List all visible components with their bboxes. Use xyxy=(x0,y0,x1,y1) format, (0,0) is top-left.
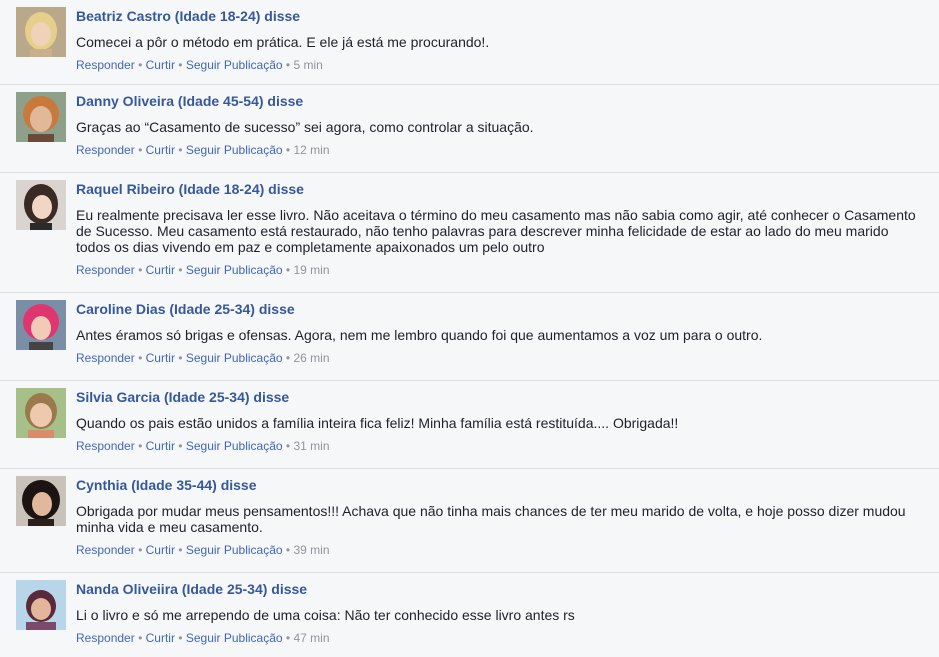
separator: • xyxy=(178,439,186,453)
separator: • xyxy=(138,263,146,277)
avatar[interactable] xyxy=(16,388,66,438)
like-link[interactable]: Curtir xyxy=(146,351,175,365)
separator: • xyxy=(138,351,146,365)
comment-item: Caroline Dias (Idade 25-34) disse Antes … xyxy=(0,293,939,381)
avatar[interactable] xyxy=(16,92,66,142)
follow-post-link[interactable]: Seguir Publicação xyxy=(186,439,283,453)
comment-actions: Responder • Curtir • Seguir Publicação •… xyxy=(76,263,923,278)
follow-post-link[interactable]: Seguir Publicação xyxy=(186,543,283,557)
timestamp: 5 min xyxy=(293,58,323,72)
separator: • xyxy=(138,631,146,645)
avatar[interactable] xyxy=(16,180,66,230)
like-link[interactable]: Curtir xyxy=(146,631,175,645)
comment-item: Silvia Garcia (Idade 25-34) disse Quando… xyxy=(0,381,939,469)
separator: • xyxy=(138,543,146,557)
comment-actions: Responder • Curtir • Seguir Publicação •… xyxy=(76,543,923,558)
like-link[interactable]: Curtir xyxy=(146,439,175,453)
comment-author[interactable]: Silvia Garcia (Idade 25-34) disse xyxy=(76,389,923,406)
timestamp: 47 min xyxy=(293,631,330,645)
comment-item: Danny Oliveira (Idade 45-54) disse Graça… xyxy=(0,85,939,173)
comment-author[interactable]: Beatriz Castro (Idade 18-24) disse xyxy=(76,8,923,25)
reply-link[interactable]: Responder xyxy=(76,58,135,72)
separator: • xyxy=(178,263,186,277)
separator: • xyxy=(178,58,186,72)
avatar[interactable] xyxy=(16,476,66,526)
separator: • xyxy=(178,351,186,365)
comment-author[interactable]: Nanda Oliveiira (Idade 25-34) disse xyxy=(76,581,923,598)
comment-actions: Responder • Curtir • Seguir Publicação •… xyxy=(76,58,923,73)
comment-text: Comecei a pôr o método em prática. E ele… xyxy=(76,34,490,50)
comment-author[interactable]: Caroline Dias (Idade 25-34) disse xyxy=(76,301,923,318)
follow-post-link[interactable]: Seguir Publicação xyxy=(186,351,283,365)
reply-link[interactable]: Responder xyxy=(76,263,135,277)
comment-text: Graças ao “Casamento de sucesso” sei ago… xyxy=(76,119,534,135)
comment-text: Li o livro e só me arrependo de uma cois… xyxy=(76,607,575,623)
comment-actions: Responder • Curtir • Seguir Publicação •… xyxy=(76,143,923,158)
like-link[interactable]: Curtir xyxy=(146,543,175,557)
like-link[interactable]: Curtir xyxy=(146,143,175,157)
follow-post-link[interactable]: Seguir Publicação xyxy=(186,263,283,277)
timestamp: 39 min xyxy=(293,543,330,557)
separator: • xyxy=(138,439,146,453)
reply-link[interactable]: Responder xyxy=(76,143,135,157)
comment-item: Nanda Oliveiira (Idade 25-34) disse Li o… xyxy=(0,573,939,657)
comment-item: Cynthia (Idade 35-44) disse Obrigada por… xyxy=(0,469,939,573)
reply-link[interactable]: Responder xyxy=(76,351,135,365)
comment-item: Beatriz Castro (Idade 18-24) disse Comec… xyxy=(0,0,939,85)
comment-author[interactable]: Cynthia (Idade 35-44) disse xyxy=(76,477,923,494)
timestamp: 12 min xyxy=(293,143,330,157)
separator: • xyxy=(138,143,146,157)
comment-text: Eu realmente precisava ler esse livro. N… xyxy=(76,207,916,255)
follow-post-link[interactable]: Seguir Publicação xyxy=(186,58,283,72)
like-link[interactable]: Curtir xyxy=(146,263,175,277)
reply-link[interactable]: Responder xyxy=(76,631,135,645)
comment-text: Quando os pais estão unidos a família in… xyxy=(76,415,679,431)
separator: • xyxy=(138,58,146,72)
comment-text: Antes éramos só brigas e ofensas. Agora,… xyxy=(76,327,763,343)
avatar[interactable] xyxy=(16,7,66,57)
comment-author[interactable]: Danny Oliveira (Idade 45-54) disse xyxy=(76,93,923,110)
comment-author[interactable]: Raquel Ribeiro (Idade 18-24) disse xyxy=(76,181,923,198)
reply-link[interactable]: Responder xyxy=(76,543,135,557)
separator: • xyxy=(178,543,186,557)
timestamp: 31 min xyxy=(293,439,330,453)
comment-feed: Beatriz Castro (Idade 18-24) disse Comec… xyxy=(0,0,939,657)
comment-text: Obrigada por mudar meus pensamentos!!! A… xyxy=(76,503,906,535)
reply-link[interactable]: Responder xyxy=(76,439,135,453)
timestamp: 19 min xyxy=(293,263,330,277)
comment-actions: Responder • Curtir • Seguir Publicação •… xyxy=(76,439,923,454)
like-link[interactable]: Curtir xyxy=(146,58,175,72)
follow-post-link[interactable]: Seguir Publicação xyxy=(186,143,283,157)
separator: • xyxy=(178,143,186,157)
avatar[interactable] xyxy=(16,580,66,630)
timestamp: 26 min xyxy=(293,351,330,365)
follow-post-link[interactable]: Seguir Publicação xyxy=(186,631,283,645)
separator: • xyxy=(178,631,186,645)
avatar[interactable] xyxy=(16,300,66,350)
comment-actions: Responder • Curtir • Seguir Publicação •… xyxy=(76,351,923,366)
comment-item: Raquel Ribeiro (Idade 18-24) disse Eu re… xyxy=(0,173,939,293)
comment-actions: Responder • Curtir • Seguir Publicação •… xyxy=(76,631,923,646)
